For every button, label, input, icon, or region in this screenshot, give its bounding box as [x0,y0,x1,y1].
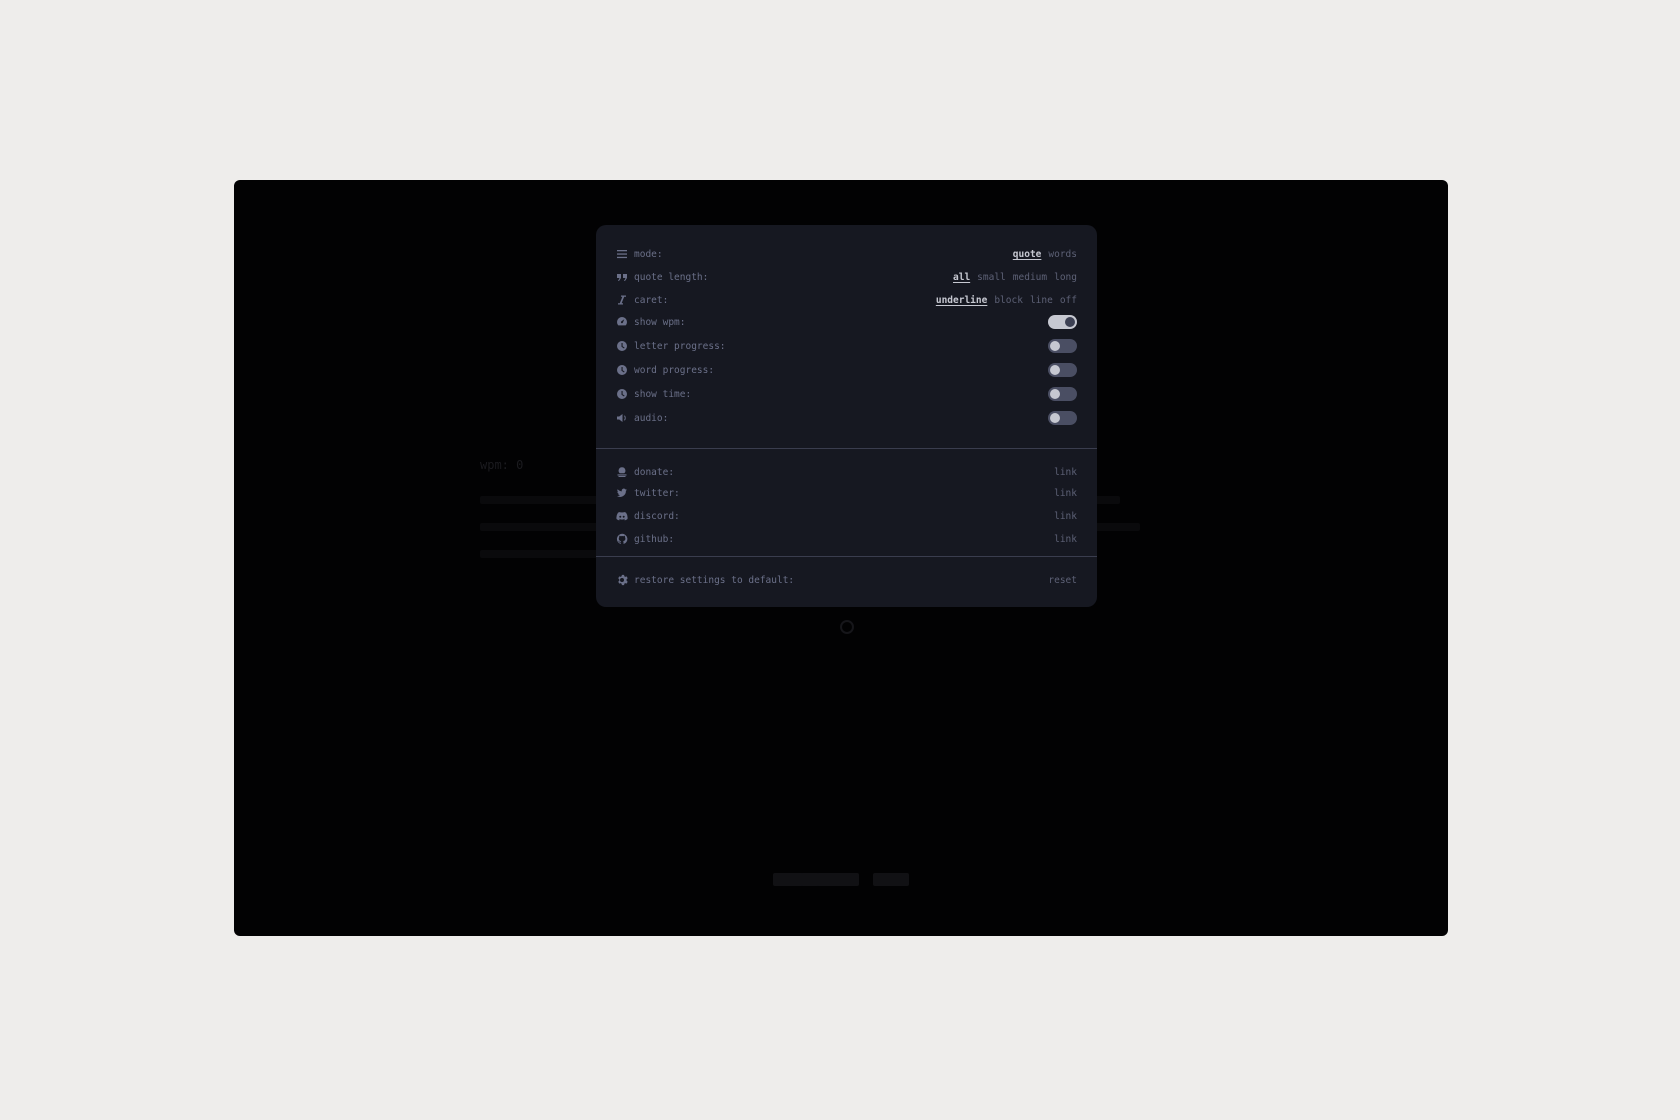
reset-button[interactable]: reset [1048,575,1077,586]
wpm-counter: wpm: 0 [480,458,524,472]
donate-icon [616,466,628,478]
toggle-knob [1050,365,1060,375]
setting-caret: caret: underline block line off [616,291,1077,309]
clock-icon [616,388,628,400]
mode-options: quote words [1013,249,1077,260]
caret-option-underline[interactable]: underline [936,295,987,306]
setting-mode: mode: quote words [616,245,1077,263]
toggle-knob [1065,317,1075,327]
toggle-switch[interactable] [1048,387,1077,401]
toggle-switch[interactable] [1048,339,1077,353]
discord-icon [616,510,628,522]
setting-word-progress: word progress: [616,361,1077,379]
setting-label: restore settings to default: [634,574,795,586]
toggle-switch[interactable] [1048,411,1077,425]
setting-audio: audio: [616,409,1077,427]
quote-length-option-small[interactable]: small [977,272,1006,283]
quote-length-option-long[interactable]: long [1054,272,1077,283]
caret-option-line[interactable]: line [1030,295,1053,306]
discord-link[interactable]: link [1054,511,1077,522]
toggle-knob [1050,389,1060,399]
setting-label: twitter: [634,487,680,499]
setting-twitter: twitter: link [616,484,1077,502]
twitter-link[interactable]: link [1054,488,1077,499]
toggle-switch[interactable] [1048,315,1077,329]
setting-label: mode: [634,248,663,260]
setting-restore: restore settings to default: reset [616,571,1077,589]
setting-label: show time: [634,388,692,400]
clock-icon [616,340,628,352]
github-icon [616,533,628,545]
setting-label: word progress: [634,364,715,376]
section-divider [596,556,1097,557]
setting-quote-length: quote length: all small medium long [616,268,1077,286]
clock-icon [616,364,628,376]
setting-donate: donate: link [616,463,1077,481]
restart-icon [840,620,854,634]
menu-icon [616,248,628,260]
setting-label: donate: [634,466,675,478]
mode-option-words[interactable]: words [1048,249,1077,260]
section-divider [596,448,1097,449]
setting-label: audio: [634,412,669,424]
setting-label: discord: [634,510,680,522]
app-window: wpm: 0 mode: quote words quote length: al… [234,180,1448,936]
setting-show-time: show time: [616,385,1077,403]
setting-label: show wpm: [634,316,686,328]
italic-caret-icon [616,294,628,306]
quote-length-options: all small medium long [953,272,1077,283]
speaker-icon [616,412,628,424]
quote-length-option-all[interactable]: all [953,272,970,283]
setting-label: github: [634,533,675,545]
donate-link[interactable]: link [1054,467,1077,478]
setting-label: quote length: [634,271,709,283]
quote-icon [616,271,628,283]
quote-length-option-medium[interactable]: medium [1013,272,1047,283]
setting-github: github: link [616,530,1077,548]
setting-letter-progress: letter progress: [616,337,1077,355]
caret-option-block[interactable]: block [994,295,1023,306]
setting-label: letter progress: [634,340,726,352]
github-link[interactable]: link [1054,534,1077,545]
caret-option-off[interactable]: off [1060,295,1077,306]
settings-modal: mode: quote words quote length: all small m… [596,225,1097,607]
caret-options: underline block line off [936,295,1077,306]
setting-show-wpm: show wpm: [616,313,1077,331]
gauge-icon [616,316,628,328]
toggle-switch[interactable] [1048,363,1077,377]
mode-option-quote[interactable]: quote [1013,249,1042,260]
setting-discord: discord: link [616,507,1077,525]
toggle-knob [1050,413,1060,423]
gear-icon [616,574,628,586]
toggle-knob [1050,341,1060,351]
twitter-icon [616,487,628,499]
setting-label: caret: [634,294,669,306]
